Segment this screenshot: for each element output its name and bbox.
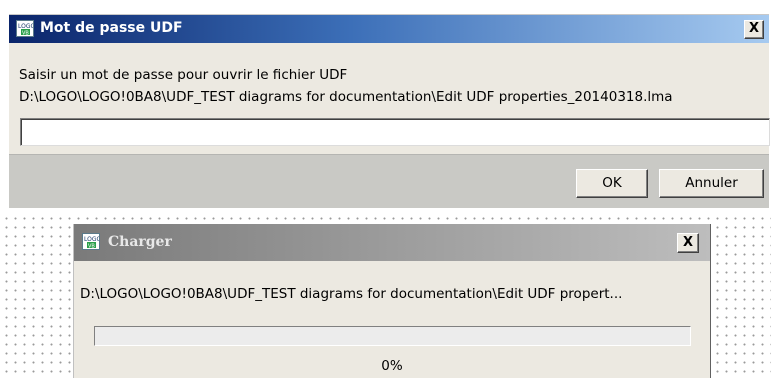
password-prompt-text: Saisir un mot de passe pour ouvrir le fi…	[19, 67, 348, 83]
loading-file-path: D:\LOGO\LOGO!0BA8\UDF_TEST diagrams for …	[80, 286, 623, 302]
svg-text:VB: VB	[22, 31, 29, 37]
password-dialog: LOGO VB Mot de passe UDF X Saisir un mot…	[9, 14, 770, 208]
progress-percent: 0%	[381, 358, 403, 374]
close-icon[interactable]: X	[677, 233, 699, 253]
load-dialog-title: Charger	[108, 234, 172, 250]
ok-button[interactable]: OK	[576, 169, 648, 198]
svg-text:VB: VB	[88, 244, 95, 250]
app-logo-icon: LOGO VB	[16, 20, 34, 37]
udf-file-path: D:\LOGO\LOGO!0BA8\UDF_TEST diagrams for …	[19, 89, 673, 105]
password-dialog-title: Mot de passe UDF	[40, 20, 183, 36]
svg-text:LOGO: LOGO	[18, 23, 33, 30]
load-dialog: LOGO VB Charger X D:\LOGO\LOGO!0BA8\UDF_…	[73, 224, 711, 378]
password-input[interactable]	[20, 118, 770, 146]
button-bar	[9, 154, 769, 208]
app-logo-icon: LOGO VB	[82, 233, 100, 250]
svg-text:LOGO: LOGO	[84, 236, 99, 243]
password-dialog-titlebar[interactable]: LOGO VB Mot de passe UDF X	[9, 15, 769, 43]
progress-bar	[94, 326, 691, 346]
cancel-button[interactable]: Annuler	[659, 169, 764, 198]
close-icon[interactable]: X	[744, 20, 764, 39]
load-dialog-titlebar[interactable]: LOGO VB Charger X	[74, 224, 710, 261]
